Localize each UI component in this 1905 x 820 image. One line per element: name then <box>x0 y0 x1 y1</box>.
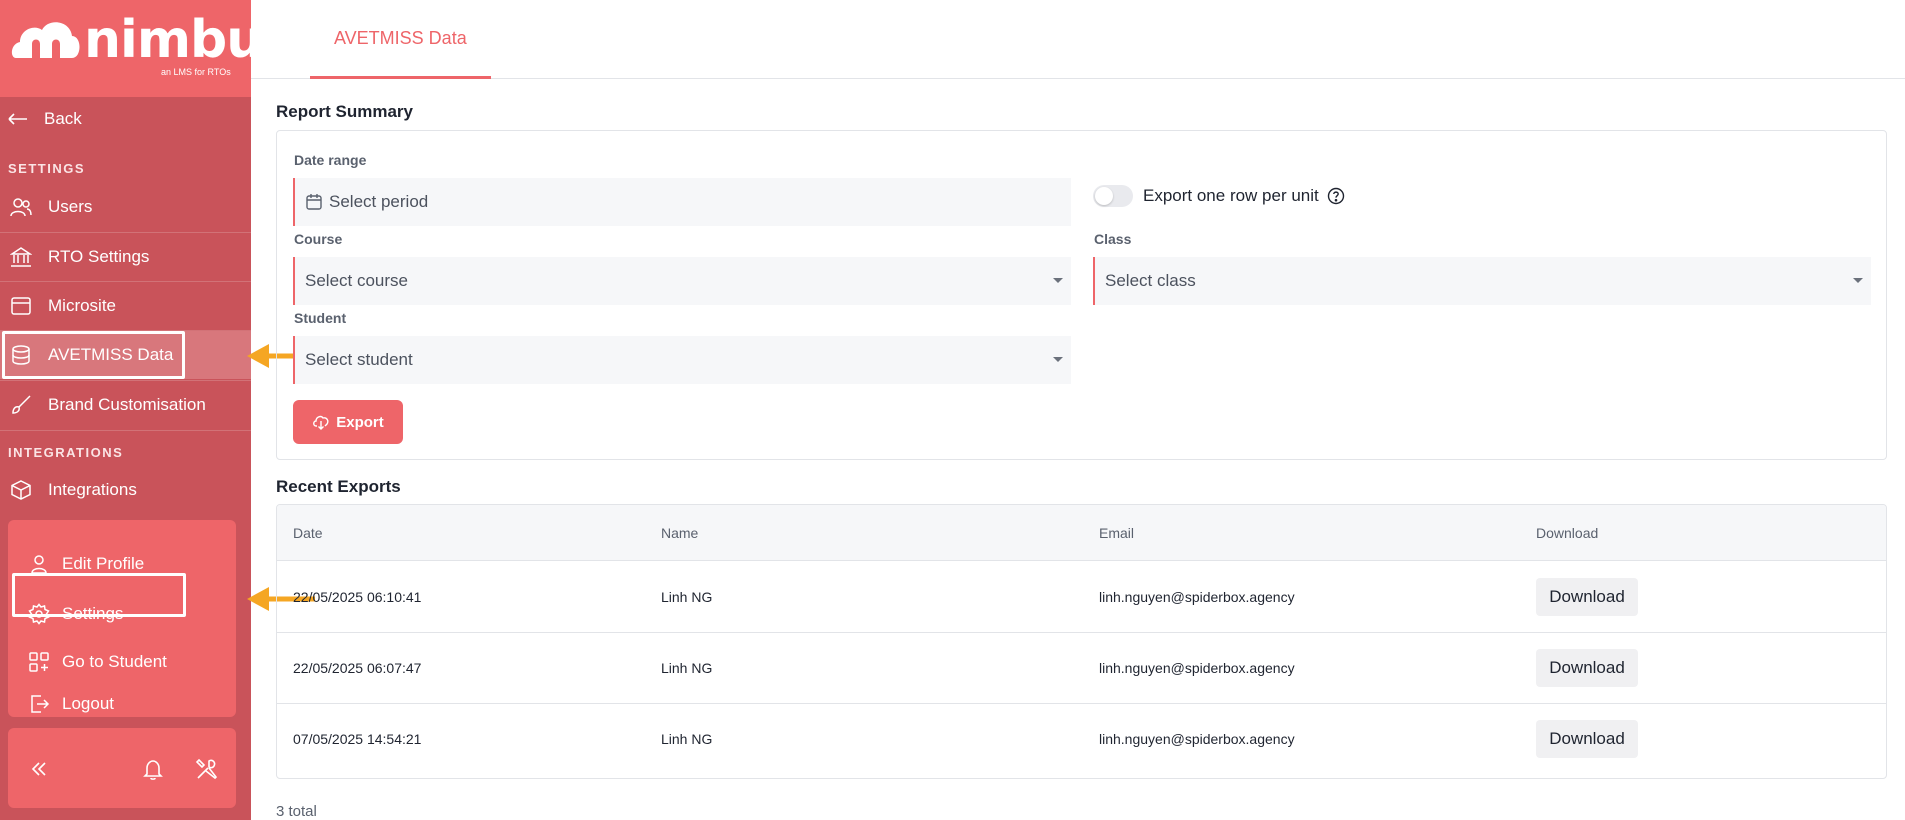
help-icon[interactable] <box>1327 187 1345 205</box>
profile-item-go-to-student[interactable]: Go to Student <box>8 640 236 684</box>
sidebar-footer <box>8 728 236 808</box>
recent-exports-title: Recent Exports <box>276 477 401 496</box>
export-button-label: Export <box>336 413 384 431</box>
sidebar-item-integrations[interactable]: Integrations <box>0 466 251 514</box>
sidebar-item-label: Integrations <box>48 480 137 499</box>
sidebar-item-rto-settings[interactable]: RTO Settings <box>0 233 251 281</box>
divider <box>0 430 251 431</box>
course-placeholder: Select course <box>305 271 408 290</box>
table-row: 07/05/2025 14:54:21 Linh NG linh.nguyen@… <box>277 704 1886 775</box>
paintbrush-icon <box>10 394 32 416</box>
arrow-left-icon <box>8 113 27 125</box>
column-header-download: Download <box>1536 525 1599 541</box>
browser-window-icon <box>10 295 32 317</box>
report-summary-card: Date range Select period Export one row … <box>276 130 1887 460</box>
download-button[interactable]: Download <box>1536 578 1638 616</box>
row-name: Linh NG <box>661 660 713 676</box>
export-one-row-toggle[interactable] <box>1093 185 1133 207</box>
chevron-down-icon <box>1053 278 1063 283</box>
row-email: linh.nguyen@spiderbox.agency <box>1099 660 1295 676</box>
table-row: 22/05/2025 06:07:47 Linh NG linh.nguyen@… <box>277 633 1886 704</box>
profile-item-settings[interactable]: Settings <box>8 592 236 636</box>
logout-icon <box>28 693 50 715</box>
back-link[interactable]: Back <box>0 100 251 138</box>
brand-tagline: an LMS for RTOs <box>161 67 231 77</box>
sidebar-item-label: AVETMISS Data <box>48 345 174 364</box>
profile-item-label: Logout <box>62 694 114 713</box>
row-date: 22/05/2025 06:07:47 <box>293 660 422 676</box>
recent-exports-table: Date Name Email Download 22/05/2025 06:1… <box>276 504 1887 779</box>
logo: nimbu an LMS for RTOs <box>0 0 263 97</box>
row-email: linh.nguyen@spiderbox.agency <box>1099 731 1295 747</box>
database-icon <box>10 344 32 366</box>
main-content: AVETMISS Data Report Summary Date range … <box>251 0 1905 820</box>
sidebar-item-microsite[interactable]: Microsite <box>0 282 251 330</box>
date-range-input[interactable]: Select period <box>293 178 1071 226</box>
profile-item-label: Go to Student <box>62 652 167 671</box>
sidebar-item-label: Microsite <box>48 296 117 315</box>
tab-bar: AVETMISS Data <box>251 0 1905 79</box>
settings-heading: SETTINGS <box>8 161 86 176</box>
row-name: Linh NG <box>661 731 713 747</box>
download-button[interactable]: Download <box>1536 720 1638 758</box>
date-range-label: Date range <box>294 152 367 168</box>
class-select[interactable]: Select class <box>1093 257 1871 305</box>
export-one-row-toggle-group: Export one row per unit <box>1093 185 1345 207</box>
export-one-row-label: Export one row per unit <box>1143 186 1319 205</box>
profile-item-edit-profile[interactable]: Edit Profile <box>8 542 236 586</box>
chevron-down-icon <box>1853 278 1863 283</box>
integrations-heading: INTEGRATIONS <box>8 445 124 460</box>
total-count: 3 total <box>276 803 317 820</box>
row-email: linh.nguyen@spiderbox.agency <box>1099 589 1295 605</box>
row-date: 22/05/2025 06:10:41 <box>293 589 422 605</box>
class-label: Class <box>1094 231 1132 247</box>
sidebar-item-label: Brand Customisation <box>48 395 206 414</box>
profile-item-logout[interactable]: Logout <box>8 684 236 724</box>
users-icon <box>10 196 32 218</box>
student-select[interactable]: Select student <box>293 336 1071 384</box>
row-date: 07/05/2025 14:54:21 <box>293 731 422 747</box>
cloud-download-icon <box>313 415 329 430</box>
bell-icon[interactable] <box>140 756 166 782</box>
profile-item-label: Edit Profile <box>62 554 145 573</box>
column-header-email: Email <box>1099 525 1135 541</box>
sidebar-item-avetmiss-data[interactable]: AVETMISS Data <box>0 331 251 379</box>
calendar-icon <box>306 194 322 210</box>
sidebar-item-brand-customisation[interactable]: Brand Customisation <box>0 381 251 429</box>
sidebar-item-label: Users <box>48 197 93 216</box>
back-label: Back <box>44 109 82 128</box>
sidebar-item-label: RTO Settings <box>48 247 150 266</box>
profile-menu: Edit Profile Settings Go to Student Logo… <box>8 520 236 717</box>
course-label: Course <box>294 231 343 247</box>
gear-icon <box>28 603 50 625</box>
profile-item-label: Settings <box>62 604 124 623</box>
student-placeholder: Select student <box>305 350 413 369</box>
column-header-name: Name <box>661 525 699 541</box>
course-select[interactable]: Select course <box>293 257 1071 305</box>
grid-plus-icon <box>28 651 50 673</box>
table-row: 22/05/2025 06:10:41 Linh NG linh.nguyen@… <box>277 562 1886 633</box>
tools-icon[interactable] <box>194 756 220 782</box>
report-summary-title: Report Summary <box>276 102 413 121</box>
brand-name: nimbu <box>84 10 263 70</box>
tab-avetmiss-data[interactable]: AVETMISS Data <box>310 0 491 79</box>
table-header: Date Name Email Download <box>277 505 1886 561</box>
export-button[interactable]: Export <box>293 400 403 444</box>
collapse-icon[interactable] <box>26 756 52 782</box>
cube-icon <box>10 479 32 501</box>
user-icon <box>28 553 50 575</box>
sidebar-item-users[interactable]: Users <box>0 183 251 231</box>
bank-icon <box>10 246 32 268</box>
class-placeholder: Select class <box>1105 271 1196 290</box>
cloud-logo-icon <box>11 22 80 58</box>
date-range-placeholder: Select period <box>329 192 429 211</box>
row-name: Linh NG <box>661 589 713 605</box>
column-header-date: Date <box>293 525 323 541</box>
download-button[interactable]: Download <box>1536 649 1638 687</box>
sidebar: nimbu an LMS for RTOs Back SETTINGS User… <box>0 0 263 820</box>
student-label: Student <box>294 310 347 326</box>
chevron-down-icon <box>1053 357 1063 362</box>
